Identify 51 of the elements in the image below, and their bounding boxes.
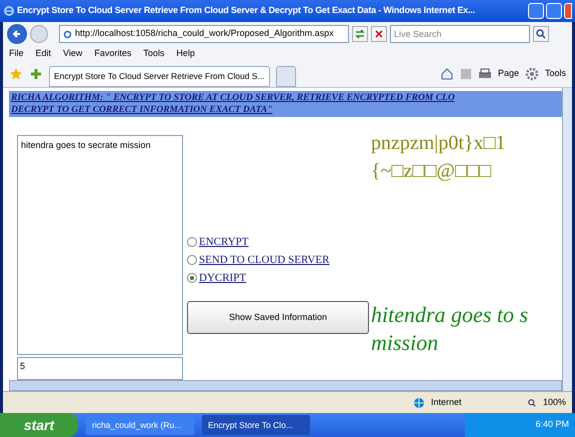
radio-button[interactable] xyxy=(187,255,197,265)
page-icon xyxy=(63,30,72,38)
back-button[interactable] xyxy=(7,24,27,44)
menu-item[interactable]: Help xyxy=(176,46,195,60)
minimize-button[interactable] xyxy=(528,3,544,19)
option-link[interactable]: ENCRYPT xyxy=(199,234,249,250)
browser-tab[interactable]: Encrypt Store To Cloud Server Retrieve From Cloud S... xyxy=(49,66,270,87)
home-icon[interactable] xyxy=(440,67,454,81)
menu-item[interactable]: Favorites xyxy=(94,46,132,60)
window-title: Encrypt Store To Cloud Server Retrieve From Cloud Server & Decrypt To Get Exact Data - Windows Internet Ex... xyxy=(17,4,476,18)
address-field[interactable]: http://localhost:1058/richa_could_work/Proposed_Algorithm.aspx xyxy=(59,25,349,43)
vertical-scrollbar[interactable] xyxy=(562,88,572,391)
input-text-area[interactable]: hitendra goes to secrate mission xyxy=(17,135,183,355)
star-icon[interactable] xyxy=(9,67,23,81)
menu-item[interactable]: Edit xyxy=(36,46,52,60)
encrypted-text: pnzpzm|p0t}x□1 {~□z□□@□□□ xyxy=(371,131,507,184)
url-text: http://localhost:1058/richa_could_work/Proposed_Algorithm.aspx xyxy=(75,27,334,40)
page-menu-button[interactable]: Page xyxy=(498,67,519,81)
radio-button[interactable] xyxy=(187,237,197,247)
refresh-icon[interactable] xyxy=(352,26,368,42)
radio-button[interactable] xyxy=(187,273,197,283)
page-heading: RICHA ALGORITHM: " ENCRYPT TO STORE AT CLOUD SERVER, RETRIEVE ENCRYPTED FROM CLO DECRYPT TO GET CORRECT INFORMATION EXACT DATA" xyxy=(9,91,562,117)
search-icon[interactable] xyxy=(533,26,549,42)
browser-tab[interactable] xyxy=(276,66,296,87)
start-button[interactable]: start xyxy=(0,413,78,437)
search-field[interactable]: Live Search xyxy=(390,25,530,43)
menu-item[interactable]: View xyxy=(63,46,82,60)
add-favorite-icon[interactable] xyxy=(29,67,43,81)
zone-text: Internet xyxy=(430,396,462,409)
option-link[interactable]: SEND TO CLOUD SERVER xyxy=(199,252,330,268)
magnifier-icon xyxy=(526,398,537,408)
close-icon[interactable] xyxy=(371,26,387,42)
horizontal-scrollbar[interactable] xyxy=(9,380,562,391)
close-button[interactable] xyxy=(564,3,572,19)
taskbar-button[interactable]: Encrypt Store To Clo... xyxy=(202,415,310,435)
tools-menu-button[interactable]: Tools xyxy=(544,67,566,81)
maximize-button[interactable] xyxy=(546,3,562,19)
menu-item[interactable]: Tools xyxy=(143,46,164,60)
decrypted-text: hitendra goes to s mission xyxy=(371,301,530,357)
printer-icon[interactable] xyxy=(478,67,492,81)
text-area[interactable]: 5 xyxy=(17,356,183,380)
back-arrow-icon xyxy=(12,29,22,39)
option-link[interactable]: DYCRIPT xyxy=(199,270,246,286)
taskbar-button[interactable]: richa_could_work (Ru... xyxy=(86,415,194,435)
show-saved-information-button[interactable]: Show Saved Information xyxy=(187,301,369,334)
menu-item[interactable]: File xyxy=(9,46,24,60)
browser-icon xyxy=(3,5,15,17)
globe-icon xyxy=(412,396,425,408)
zoom-button[interactable]: 100% xyxy=(542,396,566,410)
clock-text: 6:40 PM xyxy=(535,418,569,432)
gear-icon[interactable] xyxy=(524,67,539,81)
